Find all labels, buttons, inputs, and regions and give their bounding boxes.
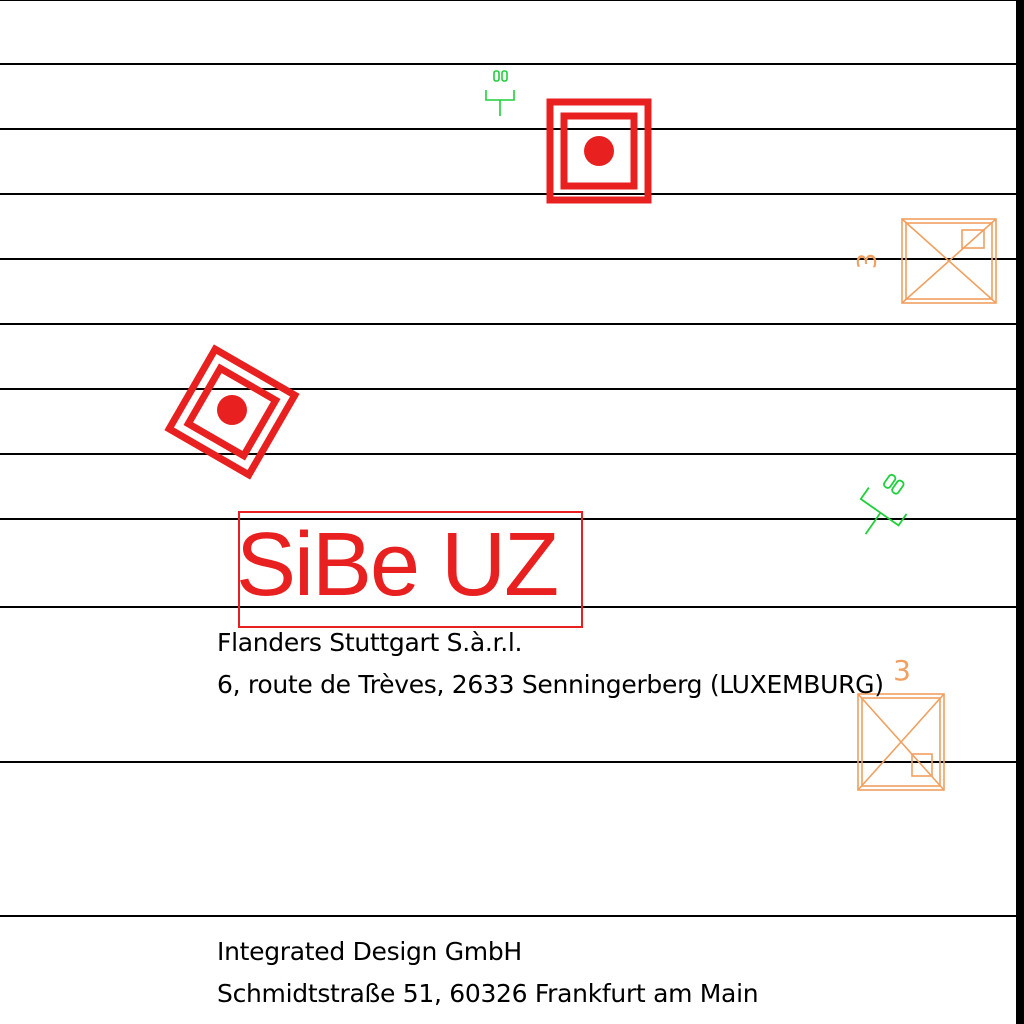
stamp-label: SiBe UZ (236, 515, 559, 615)
box-number-label: 3 (853, 253, 883, 270)
client-company: Flanders Stuttgart S.à.r.l. (217, 628, 523, 657)
drawing-canvas: 3 3 SiBe UZ Flanders Stuttgart S.à.r.l. … (0, 0, 1024, 1024)
client-address: 6, route de Trèves, 2633 Senningerberg (… (217, 670, 884, 699)
crossed-box-icon: 3 (853, 218, 997, 304)
ruling-line (0, 63, 1016, 65)
ruling-line (0, 388, 1016, 390)
target-square-icon (164, 344, 300, 480)
green-fixture-icon (485, 70, 515, 116)
ruling-line (0, 453, 1016, 455)
designer-company: Integrated Design GmbH (217, 937, 522, 966)
top-border (0, 0, 1016, 1)
right-border (1016, 0, 1024, 1024)
designer-address: Schmidtstraße 51, 60326 Frankfurt am Mai… (217, 979, 759, 1008)
box-number-label: 3 (893, 654, 911, 687)
ruling-line (0, 193, 1016, 195)
ruling-line (0, 915, 1016, 917)
target-square-icon (546, 98, 652, 204)
ruling-line (0, 128, 1016, 130)
ruling-line (0, 323, 1016, 325)
green-fixture-icon (859, 473, 908, 535)
